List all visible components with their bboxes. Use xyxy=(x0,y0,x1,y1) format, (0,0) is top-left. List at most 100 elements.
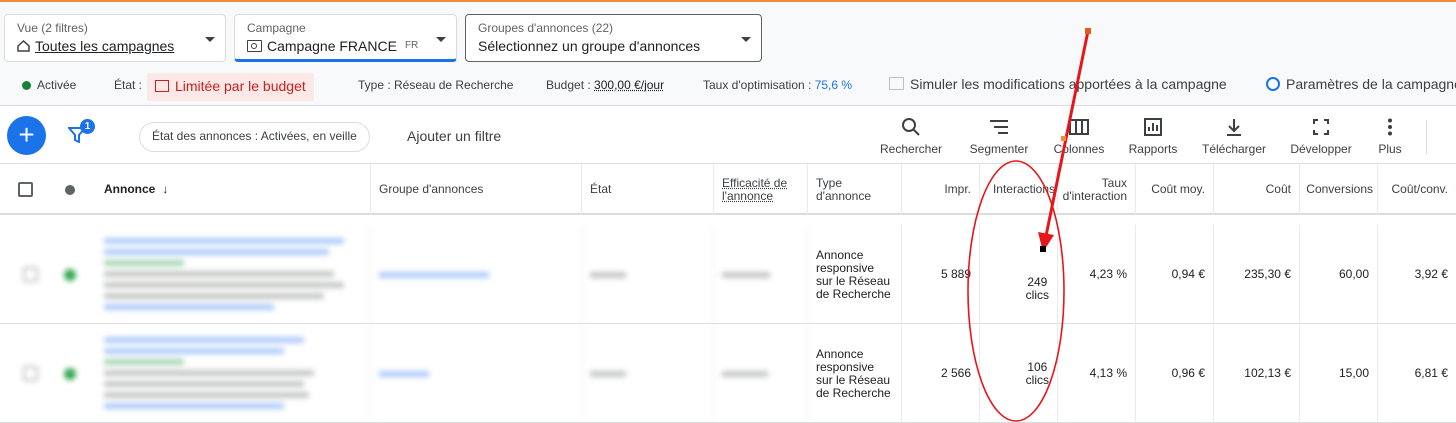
view-selector-label: Vue (2 filtres) xyxy=(17,21,88,35)
optimization-value[interactable]: 75,6 % xyxy=(815,78,852,92)
chevron-down-icon xyxy=(436,37,446,42)
segment-tool-label: Segmenter xyxy=(969,142,1029,156)
reports-icon xyxy=(1144,118,1162,136)
state-label: État : xyxy=(114,78,143,92)
adgroup-name-redacted[interactable] xyxy=(371,225,582,324)
interactions-value: 106 xyxy=(1027,359,1048,374)
conversions-cell: 15,00 xyxy=(1300,324,1378,423)
campaign-selector-label: Campagne xyxy=(247,21,306,35)
table-row[interactable]: Annonce responsive sur le Réseau de Rech… xyxy=(0,225,1456,324)
simulate-changes-link[interactable]: Simuler les modifications apportées à la… xyxy=(889,76,1227,92)
reports-tool-button[interactable]: Rapports xyxy=(1124,116,1182,156)
column-header-conversions[interactable]: Conversions xyxy=(1300,164,1378,215)
status-column-header[interactable] xyxy=(50,164,90,215)
expand-tool-label: Développer xyxy=(1290,142,1352,156)
columns-icon xyxy=(1069,119,1089,135)
column-header-impressions[interactable]: Impr. xyxy=(902,164,980,215)
expand-icon xyxy=(1313,119,1329,135)
campaign-settings-text: Paramètres de la campagne xyxy=(1286,76,1456,92)
ad-state-redacted xyxy=(582,324,714,423)
ad-preview-redacted[interactable] xyxy=(96,324,371,423)
ad-state-redacted xyxy=(582,225,714,324)
cost-per-conversion-cell: 3,92 € xyxy=(1414,267,1448,281)
segment-tool-button[interactable]: Segmenter xyxy=(968,116,1030,156)
interactions-cell: 106 clics xyxy=(980,324,1058,423)
expand-tool-button[interactable]: Développer xyxy=(1286,116,1356,156)
adgroup-selector-label: Groupes d'annonces (22) xyxy=(478,21,614,35)
download-icon xyxy=(1227,119,1241,136)
campaign-selector-value: Campagne FRANCE xyxy=(267,38,397,54)
row-status-dot xyxy=(50,225,90,324)
column-header-cost-per-conversion[interactable]: Coût/conv. xyxy=(1378,164,1456,215)
column-header-interactions[interactable]: Interactions xyxy=(980,164,1058,215)
adgroup-selector[interactable]: Groupes d'annonces (22) Sélectionnez un … xyxy=(465,14,762,62)
home-icon xyxy=(17,40,30,52)
campaign-settings-link[interactable]: Paramètres de la campagne xyxy=(1266,76,1456,92)
cost-cell: 235,30 € xyxy=(1214,225,1300,324)
table-row[interactable]: Annonce responsive sur le Réseau de Rech… xyxy=(0,324,1456,423)
limited-budget-text: Limitée par le budget xyxy=(175,78,306,94)
budget-label: Budget : xyxy=(546,78,591,92)
download-tool-label: Télécharger xyxy=(1201,142,1267,156)
simulate-icon xyxy=(889,77,904,90)
add-filter-button[interactable]: Ajouter un filtre xyxy=(407,128,501,144)
chevron-down-icon xyxy=(205,37,215,42)
column-header-efficacy-label: Efficacité de l'annonce xyxy=(722,175,788,203)
budget-value[interactable]: 300,00 €/jour xyxy=(594,78,664,92)
search-icon xyxy=(902,118,920,136)
add-button[interactable]: + xyxy=(7,116,46,155)
row-status-dot xyxy=(50,324,90,423)
column-header-cost[interactable]: Coût xyxy=(1214,164,1300,215)
status-text: Activée xyxy=(37,78,77,92)
toolbar-divider xyxy=(1426,120,1427,154)
column-header-state[interactable]: État xyxy=(582,164,714,215)
column-header-interaction-rate[interactable]: Taux d'interaction xyxy=(1058,164,1136,215)
more-vert-icon xyxy=(1388,118,1392,136)
search-campaign-icon xyxy=(247,40,262,52)
column-header-adgroup[interactable]: Groupe d'annonces xyxy=(371,164,582,215)
campaign-selector[interactable]: Campagne Campagne FRANCE FR xyxy=(234,14,457,62)
cost-cell: 102,13 € xyxy=(1214,324,1300,423)
status-dot-icon xyxy=(22,81,31,90)
impressions-cell: 2 566 xyxy=(902,324,980,423)
ad-preview-redacted[interactable] xyxy=(96,225,371,324)
adgroup-name-redacted[interactable] xyxy=(371,324,582,423)
view-selector[interactable]: Vue (2 filtres) Toutes les campagnes xyxy=(4,14,226,62)
ad-status-filter-chip[interactable]: État des annonces : Activées, en veille xyxy=(139,122,370,152)
gear-icon xyxy=(1266,77,1280,91)
campaign-active-status[interactable]: Activée xyxy=(22,78,76,92)
table-toolbar: + 1 État des annonces : Activées, en vei… xyxy=(0,106,1456,164)
select-all-checkbox-cell[interactable] xyxy=(0,164,50,215)
filter-count-badge: 1 xyxy=(80,119,95,134)
interactions-unit: clics xyxy=(1025,372,1049,387)
interaction-rate-cell: 4,13 % xyxy=(1058,324,1136,423)
download-tool-button[interactable]: Télécharger xyxy=(1198,116,1270,156)
more-tool-button[interactable]: Plus xyxy=(1370,116,1410,156)
campaign-status-bar: Activée État : Limitée par le budget Typ… xyxy=(0,66,1456,106)
limited-budget-badge[interactable]: Limitée par le budget xyxy=(147,73,314,101)
column-header-avg-cost[interactable]: Coût moy. xyxy=(1136,164,1214,215)
column-header-efficacy[interactable]: Efficacité de l'annonce xyxy=(714,164,808,215)
ad-efficacy-redacted xyxy=(714,225,808,324)
budget: Budget : 300,00 €/jour xyxy=(546,78,664,92)
column-header-ad[interactable]: Annonce ↓ xyxy=(96,164,371,215)
column-header-adtype[interactable]: Type d'annonce xyxy=(808,164,902,215)
conversions-cell: 60,00 xyxy=(1300,225,1378,324)
interactions-value: 249 xyxy=(1027,274,1048,289)
segment-icon xyxy=(990,120,1008,134)
interaction-rate-cell: 4,23 % xyxy=(1058,225,1136,324)
trend-chart-icon xyxy=(155,80,169,92)
select-all-checkbox[interactable] xyxy=(17,182,33,197)
avg-cost-cell: 0,96 € xyxy=(1136,324,1214,423)
ad-efficacy-redacted xyxy=(714,324,808,423)
optimization-score: Taux d'optimisation : 75,6 % xyxy=(703,78,852,92)
more-tool-label: Plus xyxy=(1378,142,1402,156)
interactions-unit: clics xyxy=(1025,287,1049,302)
ad-type-cell: Annonce responsive sur le Réseau de Rech… xyxy=(808,225,902,324)
search-tool-button[interactable]: Rechercher xyxy=(880,116,942,156)
columns-tool-label: Colonnes xyxy=(1053,142,1105,156)
column-header-ad-label: Annonce xyxy=(104,182,156,196)
adgroup-selector-value: Sélectionnez un groupe d'annonces xyxy=(478,38,701,54)
columns-tool-button[interactable]: Colonnes xyxy=(1050,116,1108,156)
sort-arrow-down-icon: ↓ xyxy=(162,182,169,196)
